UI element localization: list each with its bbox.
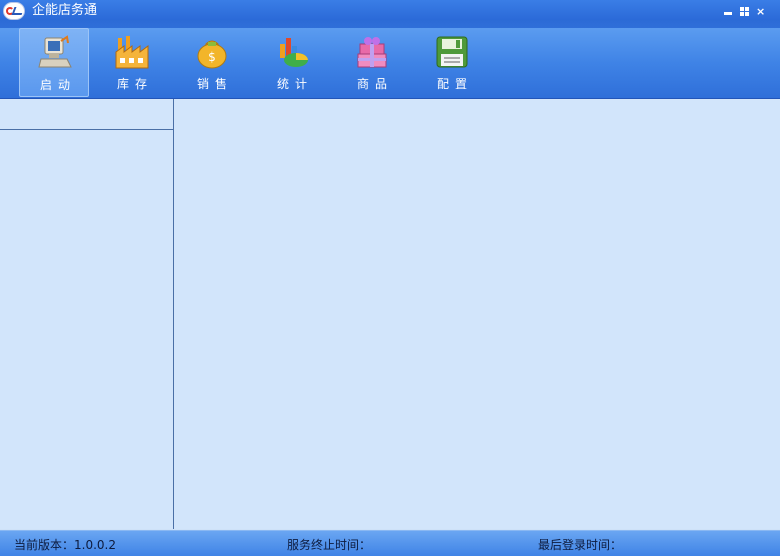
- toolbar-item-label: 配置: [436, 77, 473, 91]
- gift-box-icon: [357, 37, 387, 68]
- app-logo-icon: [3, 2, 25, 20]
- toolbar-item-label: 库存: [116, 77, 153, 91]
- toolbar-config-button[interactable]: 配置: [417, 28, 487, 97]
- toolbar-item-label: 商品: [356, 77, 393, 91]
- side-panel-header: [0, 99, 173, 130]
- toolbar-item-label: 统计: [276, 77, 313, 91]
- window-title: 企能店务通: [32, 3, 98, 18]
- toolbar-item-label: 销售: [196, 77, 233, 91]
- minimize-icon[interactable]: [724, 7, 733, 16]
- toolbar-sales-button[interactable]: $ 销售: [177, 28, 247, 97]
- title-bar: 企能店务通 ×: [0, 0, 780, 28]
- toolbar-item-label: 启动: [39, 78, 76, 92]
- status-bar: 当前版本：1.0.0.2 服务终止时间： 最后登录时间：: [0, 530, 780, 556]
- factory-icon: [115, 36, 149, 69]
- toolbar-start-button[interactable]: 启动: [19, 28, 89, 97]
- floppy-disk-icon: [436, 36, 468, 68]
- computer-icon: [38, 35, 72, 68]
- close-icon[interactable]: ×: [756, 6, 765, 17]
- maximize-icon[interactable]: [740, 7, 749, 16]
- toolbar-inventory-button[interactable]: 库存: [97, 28, 167, 97]
- toolbar-statistics-button[interactable]: 统计: [257, 28, 327, 97]
- money-bag-icon: $: [197, 40, 227, 69]
- toolbar-products-button[interactable]: 商品: [337, 28, 407, 97]
- main-content-area: [174, 99, 780, 529]
- status-version: 当前版本：1.0.0.2: [14, 538, 116, 552]
- status-last-login: 最后登录时间：: [538, 538, 623, 552]
- title-bar-band: [0, 0, 780, 20]
- svg-text:$: $: [208, 50, 216, 64]
- side-navigation-panel: [0, 99, 174, 529]
- main-toolbar: 启动 库存 $ 销售 统计 商品 配置: [0, 28, 780, 99]
- status-service-end: 服务终止时间：: [287, 538, 372, 552]
- pie-chart-icon: [280, 38, 308, 67]
